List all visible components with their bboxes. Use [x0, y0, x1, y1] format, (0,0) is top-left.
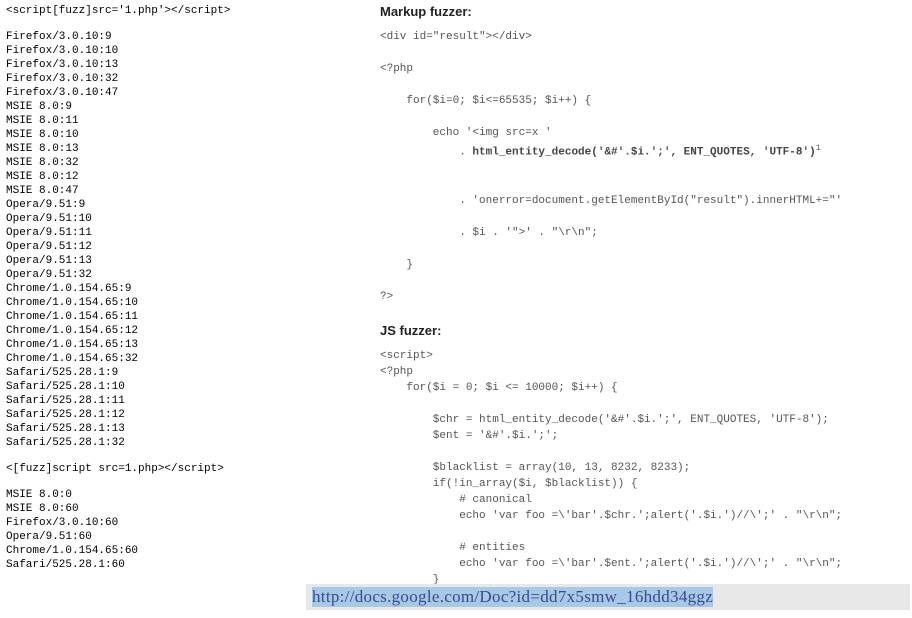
left-column: <script[fuzz]src='1.php'></script> Firef…: [6, 4, 306, 584]
code-snippet-2: <[fuzz]script src=1.php></script>: [6, 462, 306, 476]
url-text[interactable]: http://docs.google.com/Doc?id=dd7x5smw_1…: [312, 587, 713, 607]
markup-superscript: 1: [816, 144, 821, 153]
url-bar: http://docs.google.com/Doc?id=dd7x5smw_1…: [306, 584, 910, 610]
browser-list-1: Firefox/3.0.10:9 Firefox/3.0.10:10 Firef…: [6, 30, 306, 450]
code-snippet-1: <script[fuzz]src='1.php'></script>: [6, 4, 306, 18]
markup-code-post: . 'onerror=document.getElementById("resu…: [380, 195, 842, 303]
markup-code-pre: <div id="result"></div> <?php for($i=0; …: [380, 31, 591, 159]
right-column: Markup fuzzer: <div id="result"></div> <…: [380, 4, 900, 606]
heading-js-fuzzer: JS fuzzer:: [380, 323, 900, 338]
markup-fuzzer-code: <div id="result"></div> <?php for($i=0; …: [380, 29, 900, 305]
heading-markup-fuzzer: Markup fuzzer:: [380, 4, 900, 19]
browser-list-2: MSIE 8.0:0 MSIE 8.0:60 Firefox/3.0.10:60…: [6, 488, 306, 572]
markup-code-bold: html_entity_decode('&#'.$i.';', ENT_QUOT…: [472, 147, 815, 159]
js-fuzzer-code: <script> <?php for($i = 0; $i <= 10000; …: [380, 348, 900, 588]
